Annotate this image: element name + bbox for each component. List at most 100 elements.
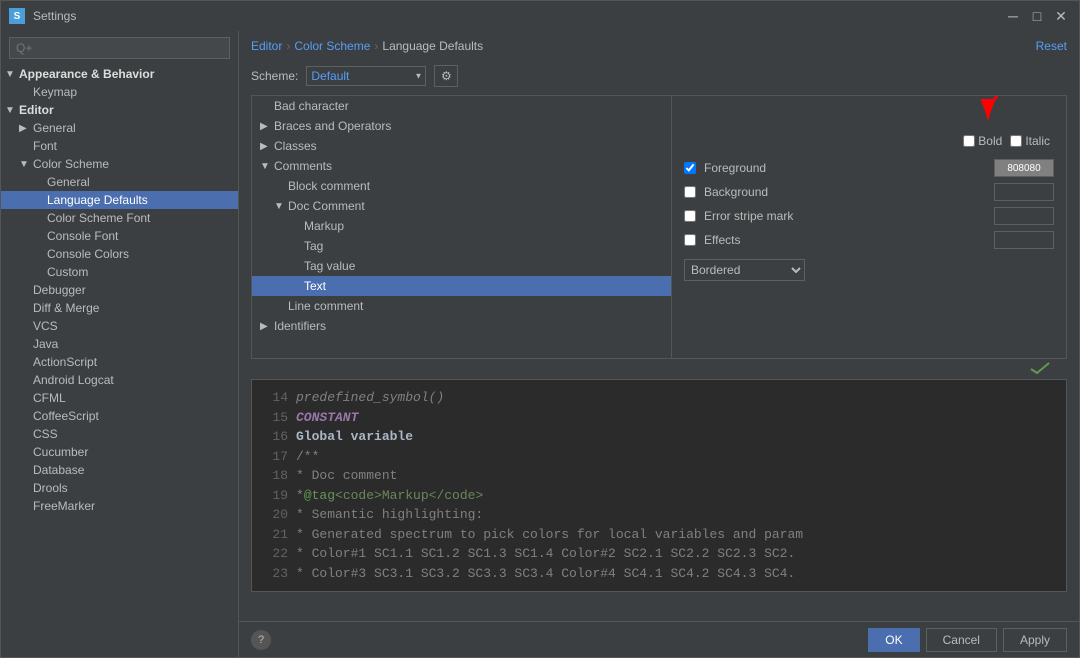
maximize-button[interactable]: □ xyxy=(1027,6,1047,26)
scheme-tree-classes[interactable]: ▶ Classes xyxy=(252,136,671,156)
error-stripe-color-box[interactable] xyxy=(994,207,1054,225)
title-bar: S Settings ─ □ ✕ xyxy=(1,1,1079,31)
sidebar-item-android-logcat[interactable]: Android Logcat xyxy=(1,371,238,389)
code-content-star: * xyxy=(296,486,304,506)
sidebar-item-language-defaults[interactable]: Language Defaults xyxy=(1,191,238,209)
scheme-tree-braces[interactable]: ▶ Braces and Operators xyxy=(252,116,671,136)
minimize-button[interactable]: ─ xyxy=(1003,6,1023,26)
scheme-tree-line-comment[interactable]: Line comment xyxy=(252,296,671,316)
sidebar-item-console-font[interactable]: Console Font xyxy=(1,227,238,245)
effects-type-select[interactable]: Bordered Underscored Bold underscored Un… xyxy=(684,259,805,281)
sidebar-item-editor[interactable]: ▼ Editor xyxy=(1,101,238,119)
sidebar-item-cucumber[interactable]: Cucumber xyxy=(1,443,238,461)
sidebar-item-label: Drools xyxy=(33,481,234,495)
close-button[interactable]: ✕ xyxy=(1051,6,1071,26)
breadcrumb-editor[interactable]: Editor xyxy=(251,39,282,53)
scheme-tree-block-comment[interactable]: Block comment xyxy=(252,176,671,196)
ok-button[interactable]: OK xyxy=(868,628,919,652)
sidebar-item-color-scheme-font[interactable]: Color Scheme Font xyxy=(1,209,238,227)
sidebar-item-label: CoffeeScript xyxy=(33,409,234,423)
breadcrumb-color-scheme[interactable]: Color Scheme xyxy=(294,39,370,53)
error-stripe-checkbox[interactable] xyxy=(684,210,696,222)
foreground-checkbox[interactable] xyxy=(684,162,696,174)
background-checkbox[interactable] xyxy=(684,186,696,198)
expand-arrow: ▼ xyxy=(19,159,33,170)
bold-checkbox[interactable] xyxy=(963,135,975,147)
item-label: Comments xyxy=(274,159,332,173)
scheme-gear-button[interactable]: ⚙ xyxy=(434,65,458,87)
search-box xyxy=(1,31,238,65)
sidebar-item-label: FreeMarker xyxy=(33,499,234,513)
item-label: Line comment xyxy=(288,299,363,313)
item-label: Text xyxy=(304,279,326,293)
foreground-row: Foreground 808080 xyxy=(680,156,1058,180)
sidebar-item-general[interactable]: ▶ General xyxy=(1,119,238,137)
sidebar-item-label: Language Defaults xyxy=(47,193,234,207)
italic-checkbox-label[interactable]: Italic xyxy=(1010,134,1050,148)
sidebar-item-actionscript[interactable]: ActionScript xyxy=(1,353,238,371)
preview-line-14: 14 predefined_symbol() xyxy=(260,388,1058,408)
main-content: ▼ Appearance & Behavior Keymap ▼ Editor … xyxy=(1,31,1079,657)
expand-icon: ▶ xyxy=(260,321,274,332)
preview-header xyxy=(251,361,1067,375)
scheme-tree-identifiers[interactable]: ▶ Identifiers xyxy=(252,316,671,336)
preview-line-23: 23 * Color#3 SC3.1 SC3.2 SC3.3 SC3.4 Col… xyxy=(260,564,1058,584)
sidebar-item-console-colors[interactable]: Console Colors xyxy=(1,245,238,263)
scheme-tree-markup[interactable]: Markup xyxy=(252,216,671,236)
sidebar-item-color-scheme[interactable]: ▼ Color Scheme xyxy=(1,155,238,173)
error-stripe-label: Error stripe mark xyxy=(704,209,986,223)
code-content: CONSTANT xyxy=(296,408,358,428)
background-color-box[interactable] xyxy=(994,183,1054,201)
sidebar-item-database[interactable]: Database xyxy=(1,461,238,479)
scheme-tree-tag-value[interactable]: Tag value xyxy=(252,256,671,276)
item-label: Doc Comment xyxy=(288,199,365,213)
italic-label: Italic xyxy=(1025,134,1050,148)
italic-checkbox[interactable] xyxy=(1010,135,1022,147)
search-input[interactable] xyxy=(9,37,230,59)
editor-area: Bad character ▶ Braces and Operators ▶ C… xyxy=(251,95,1067,359)
bold-italic-row: Bold Italic xyxy=(680,134,1058,148)
breadcrumb-sep2: › xyxy=(374,39,378,53)
scheme-tree-doc-comment[interactable]: ▼ Doc Comment xyxy=(252,196,671,216)
scheme-tree-text[interactable]: Text xyxy=(252,276,671,296)
sidebar-item-vcs[interactable]: VCS xyxy=(1,317,238,335)
sidebar-item-color-scheme-general[interactable]: General xyxy=(1,173,238,191)
foreground-color-box[interactable]: 808080 xyxy=(994,159,1054,177)
reset-button[interactable]: Reset xyxy=(1036,39,1067,53)
sidebar-item-custom[interactable]: Custom xyxy=(1,263,238,281)
bold-checkbox-label[interactable]: Bold xyxy=(963,134,1002,148)
sidebar-item-label: Cucumber xyxy=(33,445,234,459)
sidebar-item-cfml[interactable]: CFML xyxy=(1,389,238,407)
scheme-select[interactable]: Default Darcula High contrast xyxy=(306,66,426,86)
sidebar-item-font[interactable]: Font xyxy=(1,137,238,155)
code-markup: <code>Markup</code> xyxy=(335,486,483,506)
code-content: predefined_symbol() xyxy=(296,388,444,408)
line-number: 22 xyxy=(260,544,288,564)
sidebar-item-keymap[interactable]: Keymap xyxy=(1,83,238,101)
preview-line-20: 20 * Semantic highlighting: xyxy=(260,505,1058,525)
sidebar-item-java[interactable]: Java xyxy=(1,335,238,353)
sidebar-item-label: Debugger xyxy=(33,283,234,297)
help-button[interactable]: ? xyxy=(251,630,271,650)
scheme-select-wrapper: Default Darcula High contrast xyxy=(306,66,426,86)
sidebar-item-drools[interactable]: Drools xyxy=(1,479,238,497)
breadcrumb-bar: Editor › Color Scheme › Language Default… xyxy=(239,31,1079,61)
preview-line-22: 22 * Color#1 SC1.1 SC1.2 SC1.3 SC1.4 Col… xyxy=(260,544,1058,564)
scheme-tree-bad-char[interactable]: Bad character xyxy=(252,96,671,116)
effects-checkbox[interactable] xyxy=(684,234,696,246)
cancel-button[interactable]: Cancel xyxy=(926,628,997,652)
sidebar-item-css[interactable]: CSS xyxy=(1,425,238,443)
sidebar-item-appearance-behavior[interactable]: ▼ Appearance & Behavior xyxy=(1,65,238,83)
sidebar-item-freemarker[interactable]: FreeMarker xyxy=(1,497,238,515)
scheme-tree-comments[interactable]: ▼ Comments xyxy=(252,156,671,176)
scheme-tree-tag[interactable]: Tag xyxy=(252,236,671,256)
item-label: Identifiers xyxy=(274,319,326,333)
sidebar-item-coffeescript[interactable]: CoffeeScript xyxy=(1,407,238,425)
properties-panel: Bold Italic Foreground 808080 xyxy=(672,96,1066,358)
effects-color-box[interactable] xyxy=(994,231,1054,249)
sidebar-item-diff-merge[interactable]: Diff & Merge xyxy=(1,299,238,317)
sidebar-item-debugger[interactable]: Debugger xyxy=(1,281,238,299)
apply-button[interactable]: Apply xyxy=(1003,628,1067,652)
sidebar-item-label: ActionScript xyxy=(33,355,234,369)
scheme-tree: Bad character ▶ Braces and Operators ▶ C… xyxy=(252,96,672,358)
